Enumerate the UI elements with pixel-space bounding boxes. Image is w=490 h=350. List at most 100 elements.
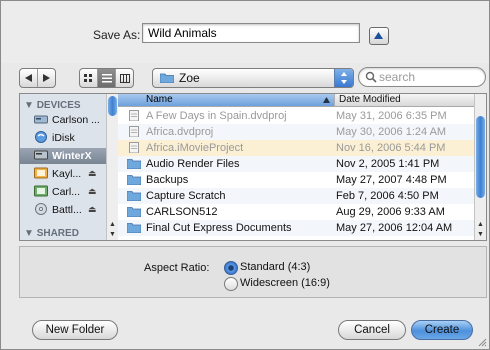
file-row[interactable]: Audio Render Files Nov 2, 2005 1:41 PM	[118, 156, 474, 172]
hard-drive-icon	[34, 115, 48, 124]
history-buttons	[19, 68, 56, 88]
sidebar-item-label: iDisk	[52, 132, 75, 144]
sidebar-item-label: Battl...	[52, 204, 82, 216]
file-date: Nov 16, 2006 5:44 PM	[336, 142, 446, 154]
file-date: May 27, 2006 12:04 AM	[336, 222, 453, 234]
file-date: May 30, 2006 1:24 AM	[336, 126, 447, 138]
disclosure-triangle-icon: ▼	[24, 228, 37, 239]
file-date: Aug 29, 2006 9:33 AM	[336, 206, 445, 218]
file-name: Final Cut Express Documents	[146, 222, 292, 234]
drive-icon	[34, 167, 48, 179]
disc-icon	[35, 203, 47, 215]
eject-icon[interactable]: ⏏	[88, 186, 97, 197]
file-name: CARLSON512	[146, 206, 218, 218]
file-row[interactable]: Africa.dvdproj May 30, 2006 1:24 AM	[118, 124, 474, 140]
shared-header[interactable]: ▼ SHARED	[24, 228, 79, 239]
file-date: Nov 2, 2005 1:41 PM	[336, 158, 440, 170]
file-row[interactable]: Final Cut Express Documents May 27, 2006 …	[118, 220, 474, 236]
folder-icon	[127, 207, 141, 217]
eject-icon[interactable]: ⏏	[88, 204, 97, 215]
folder-icon	[127, 191, 141, 201]
sidebar-item-carl[interactable]: Carl... ⏏	[20, 184, 106, 200]
idisk-icon	[35, 131, 47, 143]
radio-standard[interactable]	[224, 261, 238, 275]
file-list-scroll-thumb[interactable]	[476, 116, 485, 198]
radio-standard-label[interactable]: Standard (4:3)	[240, 261, 310, 273]
search-placeholder: search	[379, 70, 416, 84]
forward-button[interactable]	[38, 69, 55, 87]
sidebar-item-label: WinterX	[52, 150, 92, 162]
resize-grip-icon[interactable]	[477, 337, 487, 347]
sidebar: ▼ DEVICES Carlson ... iDisk WinterX Kayl…	[20, 94, 107, 240]
folder-icon	[160, 73, 174, 83]
column-view-button[interactable]	[116, 69, 133, 87]
column-view-icon	[119, 73, 130, 83]
column-header-date-modified[interactable]: Date Modified	[334, 94, 475, 107]
document-icon	[129, 110, 139, 121]
document-icon	[129, 142, 139, 153]
file-name: Capture Scratch	[146, 190, 226, 202]
save-as-label: Save As:	[93, 28, 141, 42]
folder-icon	[127, 175, 141, 185]
collapse-dialog-button[interactable]	[369, 27, 389, 45]
create-button[interactable]: Create	[411, 320, 473, 340]
list-view-icon	[101, 73, 112, 82]
search-icon	[365, 71, 377, 83]
file-name: A Few Days in Spain.dvdproj	[146, 110, 287, 122]
file-list-scrollbar[interactable]: ▲ ▼	[474, 94, 486, 240]
file-row[interactable]: Africa.iMovieProject Nov 16, 2006 5:44 PM	[118, 140, 474, 156]
search-field[interactable]: search	[358, 67, 486, 87]
new-folder-button[interactable]: New Folder	[32, 320, 118, 340]
devices-header[interactable]: ▼ DEVICES	[24, 100, 81, 111]
file-row[interactable]: Capture Scratch Feb 7, 2006 4:50 PM	[118, 188, 474, 204]
scroll-down-arrow-icon[interactable]: ▼	[476, 230, 485, 239]
file-list: Name Date Modified A Few Days in Spain.d…	[118, 94, 475, 240]
file-date: Feb 7, 2006 4:50 PM	[336, 190, 439, 202]
sidebar-item-winterx[interactable]: WinterX	[20, 148, 106, 164]
location-name: Zoe	[179, 71, 200, 85]
drive-icon	[34, 185, 48, 197]
sort-ascending-icon	[323, 97, 330, 103]
sidebar-item-battl[interactable]: Battl... ⏏	[20, 202, 106, 218]
scroll-down-arrow-icon[interactable]: ▼	[108, 230, 117, 239]
sidebar-item-kayl[interactable]: Kayl... ⏏	[20, 166, 106, 182]
file-name: Africa.dvdproj	[146, 126, 214, 138]
sidebar-item-label: Carl...	[52, 186, 81, 198]
icon-view-button[interactable]	[80, 69, 98, 87]
file-date: May 31, 2006 6:35 PM	[336, 110, 447, 122]
file-row[interactable]: Backups May 27, 2007 4:48 PM	[118, 172, 474, 188]
file-browser: ▼ DEVICES Carlson ... iDisk WinterX Kayl…	[19, 93, 487, 241]
sidebar-item-idisk[interactable]: iDisk	[20, 130, 106, 146]
aspect-ratio-label: Aspect Ratio:	[144, 262, 210, 274]
icon-view-icon	[84, 73, 92, 82]
popup-arrows-icon	[334, 69, 353, 87]
document-icon	[129, 126, 139, 137]
save-as-header: Save As:	[1, 1, 489, 63]
drive-icon	[34, 150, 48, 160]
view-mode-buttons	[79, 68, 134, 88]
radio-widescreen-label[interactable]: Widescreen (16:9)	[240, 277, 330, 289]
options-panel: Aspect Ratio: Standard (4:3) Widescreen …	[19, 246, 487, 298]
scroll-up-arrow-icon[interactable]: ▲	[476, 220, 485, 229]
column-header-name[interactable]: Name	[118, 94, 334, 107]
sidebar-scroll-thumb[interactable]	[108, 96, 117, 116]
sidebar-scrollbar[interactable]: ▲ ▼	[106, 94, 118, 240]
list-view-button[interactable]	[98, 69, 116, 87]
save-as-field[interactable]	[142, 23, 360, 43]
file-row[interactable]: CARLSON512 Aug 29, 2006 9:33 AM	[118, 204, 474, 220]
up-triangle-icon	[374, 32, 383, 39]
sidebar-item-label: Carlson ...	[52, 114, 100, 126]
eject-icon[interactable]: ⏏	[88, 168, 97, 179]
sidebar-item-carlson[interactable]: Carlson ...	[20, 112, 106, 128]
radio-widescreen[interactable]	[224, 277, 238, 291]
disclosure-triangle-icon: ▼	[24, 100, 37, 111]
file-name: Africa.iMovieProject	[146, 142, 244, 154]
file-name: Audio Render Files	[146, 158, 240, 170]
location-popup[interactable]: Zoe	[152, 68, 354, 88]
scroll-up-arrow-icon[interactable]: ▲	[108, 220, 117, 229]
sidebar-item-label: Kayl...	[52, 168, 82, 180]
folder-icon	[127, 159, 141, 169]
back-button[interactable]	[20, 69, 38, 87]
cancel-button[interactable]: Cancel	[338, 320, 406, 340]
file-row[interactable]: A Few Days in Spain.dvdproj May 31, 2006 …	[118, 108, 474, 124]
